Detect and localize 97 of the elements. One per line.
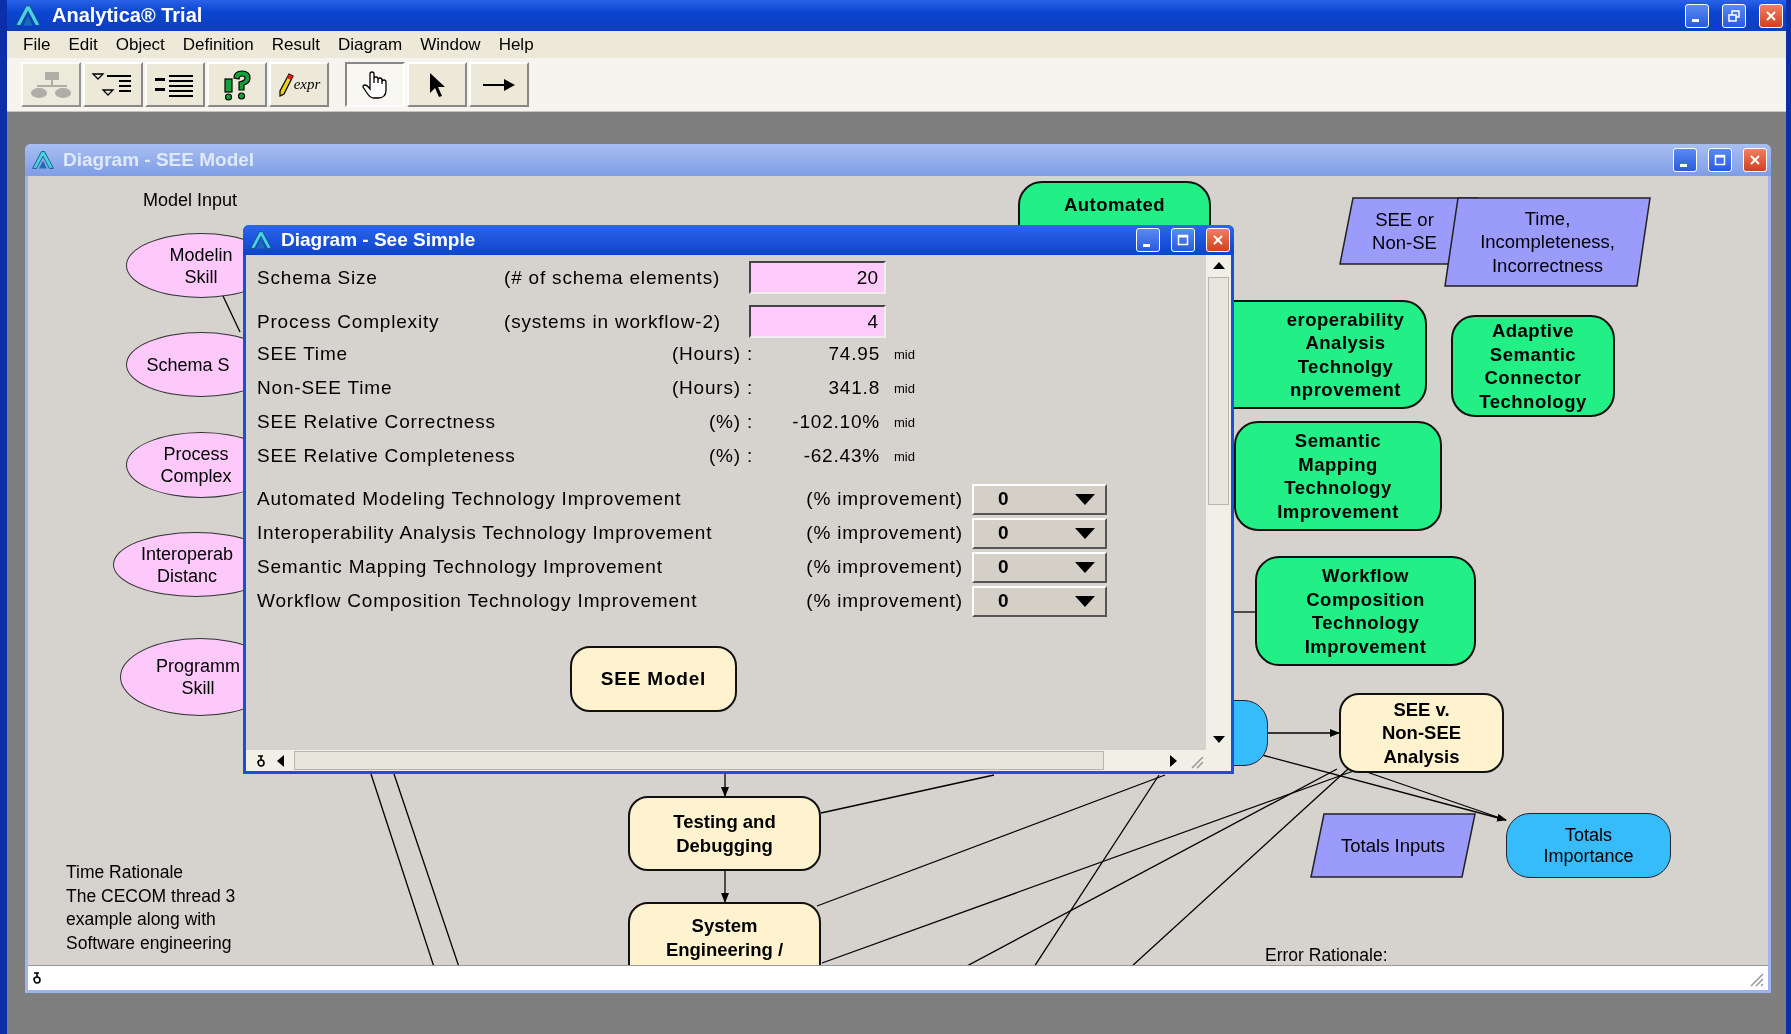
- caret-icon: [1075, 493, 1095, 505]
- minimize-icon: [1680, 163, 1687, 167]
- model-button[interactable]: SEE Model: [570, 646, 737, 712]
- decision-node[interactable]: Semantic Mapping Technology Improvement: [1234, 421, 1442, 531]
- minimize-icon: [1692, 19, 1699, 22]
- objective-node[interactable]: Testing and Debugging: [628, 796, 821, 871]
- objective-node[interactable]: SEE v. Non-SEE Analysis: [1339, 693, 1504, 773]
- close-button[interactable]: [1759, 3, 1783, 28]
- scroll-left-icon[interactable]: [276, 754, 284, 767]
- unit-label: (% improvement): [805, 590, 963, 612]
- minimize-button[interactable]: [1685, 3, 1709, 28]
- horizontal-scrollbar[interactable]: [246, 750, 1231, 771]
- minimize-icon: [1143, 243, 1150, 247]
- menu-item[interactable]: Help: [489, 34, 543, 55]
- note-text: Software engineering: [66, 931, 233, 955]
- unit-label: (# of schema elements): [504, 266, 722, 289]
- vertical-scrollbar[interactable]: [1206, 255, 1231, 750]
- decision-node[interactable]: Workflow Composition Technology Improvement: [1255, 556, 1476, 666]
- result-label: SEE Relative Correctness: [257, 411, 497, 433]
- note-text: The CECOM thread 3: [66, 884, 236, 908]
- window-title: Analytica® Trial: [52, 4, 203, 27]
- menu-item[interactable]: Window: [411, 34, 490, 55]
- dropdown[interactable]: 0: [972, 483, 1107, 515]
- unit-label: (Hours) :: [670, 377, 753, 399]
- note-text: example along with: [66, 908, 217, 931]
- dropdown[interactable]: 0: [972, 585, 1107, 617]
- unit-label: (Hours) :: [670, 343, 753, 365]
- unit-label: (% improvement): [805, 488, 963, 510]
- toolbar-button[interactable]: expr: [269, 62, 329, 107]
- page-icon: [32, 972, 42, 984]
- scroll-right-icon[interactable]: [1170, 754, 1178, 767]
- unit-label: (%) :: [707, 411, 753, 433]
- constant-node[interactable]: Time, Incompleteness, Incorrectness: [1444, 197, 1651, 287]
- close-icon: [1750, 155, 1760, 165]
- close-button[interactable]: [1206, 228, 1230, 252]
- note-text: Error Rationale:: [1265, 944, 1388, 965]
- hand-icon: [361, 69, 389, 100]
- minimize-button[interactable]: [1136, 228, 1160, 252]
- result-tag: mid: [880, 380, 920, 396]
- number-field[interactable]: 4: [749, 305, 886, 338]
- unit-label: (%) :: [707, 445, 753, 467]
- window-title: Diagram - SEE Model: [63, 149, 255, 171]
- scroll-thumb[interactable]: [294, 751, 1104, 770]
- app-logo-icon: [249, 230, 273, 250]
- result-tag: mid: [880, 448, 920, 464]
- objective-node[interactable]: System Engineering /: [628, 902, 821, 965]
- menu-item[interactable]: Object: [106, 34, 174, 55]
- pencil-icon: [277, 71, 294, 98]
- connector-line: [222, 295, 241, 333]
- maximize-icon: [1714, 154, 1726, 166]
- close-icon: [1213, 235, 1223, 245]
- result-value: -102.10%: [791, 411, 880, 433]
- caret-icon: [1075, 527, 1095, 539]
- result-tag: mid: [880, 346, 920, 362]
- app-logo-icon: [14, 4, 42, 27]
- pointer-icon: [427, 70, 447, 99]
- caret-icon: [1075, 561, 1095, 573]
- note-text: Time Rationale: [66, 861, 185, 884]
- connector-arrow: [721, 773, 729, 797]
- constant-node[interactable]: Totals Inputs: [1310, 813, 1476, 878]
- maximize-button[interactable]: [1171, 228, 1195, 252]
- note-text: Model Input: [143, 190, 238, 211]
- menu-item[interactable]: Edit: [59, 34, 107, 55]
- result-value: 341.8: [827, 377, 880, 399]
- decision-node[interactable]: Adaptive Semantic Connector Technology: [1451, 315, 1615, 417]
- result-value: -62.43%: [802, 445, 880, 467]
- result-value: 74.95: [827, 343, 880, 365]
- unit-label: (systems in workflow-2): [504, 310, 722, 333]
- restore-button[interactable]: [1722, 3, 1746, 28]
- menu-item[interactable]: File: [14, 34, 60, 55]
- dropdown[interactable]: 0: [972, 517, 1107, 549]
- window-title: Diagram - See Simple: [281, 229, 476, 251]
- unit-label: (% improvement): [805, 522, 963, 544]
- close-icon: [1766, 10, 1776, 21]
- scroll-up-icon[interactable]: [1212, 261, 1225, 269]
- scroll-down-icon[interactable]: [1212, 736, 1225, 744]
- field-label: Process Complexity: [257, 310, 441, 333]
- maximize-icon: [1177, 234, 1189, 246]
- caret-icon: [1075, 595, 1095, 607]
- menu-item[interactable]: Definition: [173, 34, 263, 55]
- result-tag: mid: [880, 414, 920, 430]
- unit-label: (% improvement): [805, 556, 963, 578]
- app-logo-icon: [31, 150, 55, 170]
- scroll-thumb[interactable]: [1208, 277, 1229, 505]
- connector-line: [1233, 611, 1256, 613]
- dropdown[interactable]: 0: [972, 551, 1107, 583]
- restore-icon: [1728, 9, 1740, 22]
- page-icon: [256, 754, 266, 767]
- toolbar-button[interactable]: [345, 62, 405, 107]
- connector-arrow: [721, 870, 729, 903]
- number-field[interactable]: 20: [749, 261, 886, 294]
- menu-item[interactable]: Diagram: [328, 34, 412, 55]
- menu-item[interactable]: Result: [262, 34, 329, 55]
- variable-node[interactable]: Totals Importance: [1506, 813, 1671, 878]
- hierarchy-icon: [29, 69, 73, 100]
- help-icon: [222, 68, 252, 101]
- arrow-icon: [482, 77, 516, 92]
